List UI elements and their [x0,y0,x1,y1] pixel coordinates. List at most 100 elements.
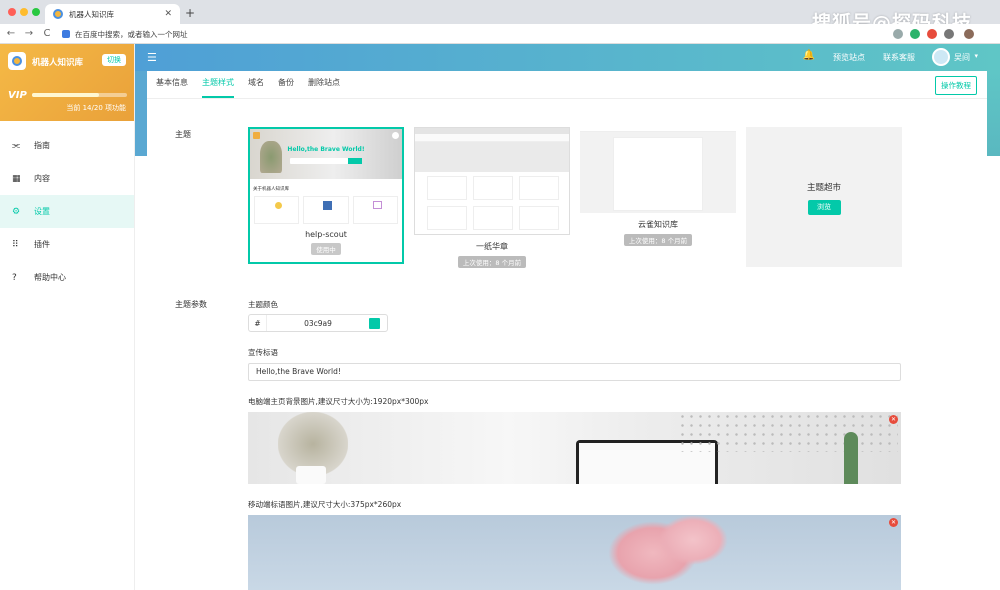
site-name: 机器人知识库 [32,58,84,68]
theme-card-yizhi[interactable]: 一纸华章 上次使用：8 个月前 [414,127,570,268]
theme-name: 云雀知识库 [638,220,678,229]
chevron-down-icon[interactable]: ▾ [974,52,978,60]
mobile-bg-image[interactable]: ✕ [248,515,901,590]
slogan-input[interactable]: Hello,the Brave World! [248,363,901,381]
url-placeholder: 在百度中搜索，或者输入一个网址 [75,29,188,39]
quota-text: 当前 14/20 项功能 [66,104,126,112]
theme-status-badge: 上次使用：8 个月前 [457,256,527,268]
extension-red-icon[interactable] [927,29,937,39]
switch-site-button[interactable]: 切换 [102,54,126,66]
help-icon: ? [12,272,17,283]
user-name[interactable]: 吴间 [954,52,970,63]
settings-tabs: 基本信息 主题样式 域名 备份 删除站点 操作教程 [147,71,987,99]
new-tab-button[interactable]: + [185,6,195,20]
pegboard-image [678,412,898,452]
desktop-bg-image[interactable]: ✕ [248,412,901,484]
apps-icon: ⠿ [12,239,19,250]
forward-button[interactable]: → [22,28,36,39]
theme-market-title: 主题超市 [806,183,841,193]
browser-tab[interactable]: 机器人知识库 ✕ [45,4,180,24]
sidebar-item-4[interactable]: ? 帮助中心 [0,261,134,294]
header-left-strip [135,71,147,156]
theme-section-label: 主题 [175,130,191,139]
theme-color-field[interactable]: # 03c9a9 [248,314,388,332]
theme-thumbnail [414,127,570,235]
tab-0[interactable]: 基本信息 [156,77,188,98]
theme-status-badge: 上次使用：8 个月前 [623,234,693,246]
url-input[interactable]: 在百度中搜索，或者输入一个网址 [62,27,882,41]
theme-card-help-scout[interactable]: Hello,the Brave World! 关于机器人知识库 help-sco… [248,127,404,264]
menu-toggle-icon[interactable]: ☰ [147,51,157,64]
site-brand-card: 机器人知识库 切换 VIP 当前 14/20 项功能 [0,44,134,121]
theme-search-button [348,158,362,164]
maximize-window-button[interactable] [32,8,40,16]
contact-support-link[interactable]: 联系客服 [883,52,915,63]
tutorial-button[interactable]: 操作教程 [935,76,977,95]
reload-button[interactable]: C [40,28,54,39]
vase-image [296,466,326,484]
user-avatar[interactable] [932,48,950,66]
tab-3[interactable]: 备份 [278,77,294,98]
theme-name: help-scout [305,230,347,239]
theme-name: 一纸华章 [476,242,508,251]
address-bar: ← → C 在百度中搜索，或者输入一个网址 [0,24,1000,44]
sidebar-item-label: 设置 [34,207,50,216]
settings-card: 基本信息 主题样式 域名 备份 删除站点 操作教程 主题 Hello,the Brave … [147,71,987,590]
sidebar-item-3[interactable]: ⠿ 插件 [0,228,134,261]
close-window-button[interactable] [8,8,16,16]
sidebar-item-0[interactable]: ⫘ 指南 [0,129,134,162]
selected-check-icon [392,132,399,139]
mobile-bg-label: 移动端标语图片,建议尺寸大小:375px*260px [248,500,402,509]
delete-image-icon[interactable]: ✕ [889,518,898,527]
puzzle-icon[interactable] [944,29,954,39]
grid-icon: ▦ [12,173,21,184]
sliders-icon: ⫘ [12,140,21,151]
tab-title: 机器人知识库 [69,9,114,19]
color-hex-value[interactable]: 03c9a9 [267,319,369,328]
theme-market-card: 主题超市 浏览 [746,127,902,267]
sidebar-item-label: 插件 [34,240,50,249]
sidebar-item-2[interactable]: ⚙ 设置 [0,195,134,228]
slogan-label: 宣传标语 [248,348,278,357]
sidebar-item-1[interactable]: ▦ 内容 [0,162,134,195]
color-swatch[interactable] [369,317,380,329]
color-hash: # [249,315,267,331]
preview-site-link[interactable]: 预览站点 [833,52,865,63]
top-header: ☰ 🔔 预览站点 联系客服 吴间 ▾ [135,44,1000,71]
quota-progress-bar [32,93,127,97]
extension-icon[interactable] [893,29,903,39]
sidebar-item-label: 内容 [34,174,50,183]
theme-hero-text: Hello,the Brave World! [287,146,365,153]
vip-label: VIP [8,90,27,101]
minimize-window-button[interactable] [20,8,28,16]
browser-tab-bar: 机器人知识库 ✕ + 搜狐号@探码科技 [0,0,1000,34]
tab-2[interactable]: 域名 [248,77,264,98]
desktop-bg-label: 电脑端主页背景图片,建议尺寸大小为:1920px*300px [248,397,429,406]
sidebar-item-label: 指南 [34,141,50,150]
back-button[interactable]: ← [4,28,18,39]
tab-4[interactable]: 删除站点 [308,77,340,98]
theme-params-label: 主题参数 [175,300,207,309]
search-engine-icon [62,30,70,38]
tab-1[interactable]: 主题样式 [202,77,234,98]
sidebar: 机器人知识库 切换 VIP 当前 14/20 项功能 ⫘ 指南 ▦ 内容 ⚙ 设置 ⠿ 插件?… [0,44,135,590]
theme-status-badge: 使用中 [311,243,341,255]
theme-thumbnail [580,127,736,213]
gear-icon: ⚙ [12,206,21,217]
sidebar-menu: ⫘ 指南 ▦ 内容 ⚙ 设置 ⠿ 插件? 帮助中心 [0,129,134,294]
tab-close-icon[interactable]: ✕ [164,9,172,19]
extension-check-icon[interactable] [910,29,920,39]
theme-color-label: 主题颜色 [248,300,278,309]
notification-bell-icon[interactable]: 🔔 [803,50,815,61]
theme-card-yunque[interactable]: 云雀知识库 上次使用：8 个月前 [580,127,736,246]
delete-image-icon[interactable]: ✕ [889,415,898,424]
browse-themes-button[interactable]: 浏览 [807,200,841,215]
cactus-image [844,432,858,484]
sidebar-item-label: 帮助中心 [34,273,66,282]
site-favicon-icon [53,9,63,19]
site-logo [8,52,26,70]
flower-image [658,515,728,565]
theme-logo-icon [253,132,260,139]
profile-avatar-icon[interactable] [964,29,974,39]
header-right-strip [987,71,1000,156]
